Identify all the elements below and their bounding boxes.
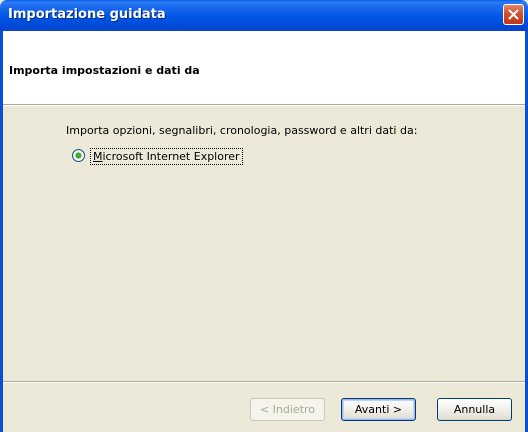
header-divider	[3, 105, 525, 106]
accelerator-letter: M	[93, 150, 103, 163]
footer-divider-highlight	[3, 382, 525, 383]
import-wizard-window: Importazione guidata Importa impostazion…	[0, 0, 528, 432]
page-title: Importa impostazioni e dati da	[9, 64, 200, 77]
wizard-header: Importa impostazioni e dati da	[3, 31, 525, 105]
import-prompt: Importa opzioni, segnalibri, cronologia,…	[66, 124, 418, 137]
radio-selected-dot	[76, 153, 81, 158]
close-button[interactable]	[503, 4, 524, 25]
option-label[interactable]: Microsoft Internet Explorer	[90, 148, 243, 165]
back-button[interactable]: < Indietro	[250, 398, 325, 421]
next-button[interactable]: Avanti >	[341, 398, 416, 421]
radio-button[interactable]	[72, 149, 85, 162]
close-icon	[508, 9, 519, 20]
option-label-text: icrosoft Internet Explorer	[102, 150, 240, 163]
title-bar[interactable]: Importazione guidata	[0, 0, 528, 31]
window-title: Importazione guidata	[8, 7, 166, 22]
cancel-button[interactable]: Annulla	[437, 398, 512, 421]
